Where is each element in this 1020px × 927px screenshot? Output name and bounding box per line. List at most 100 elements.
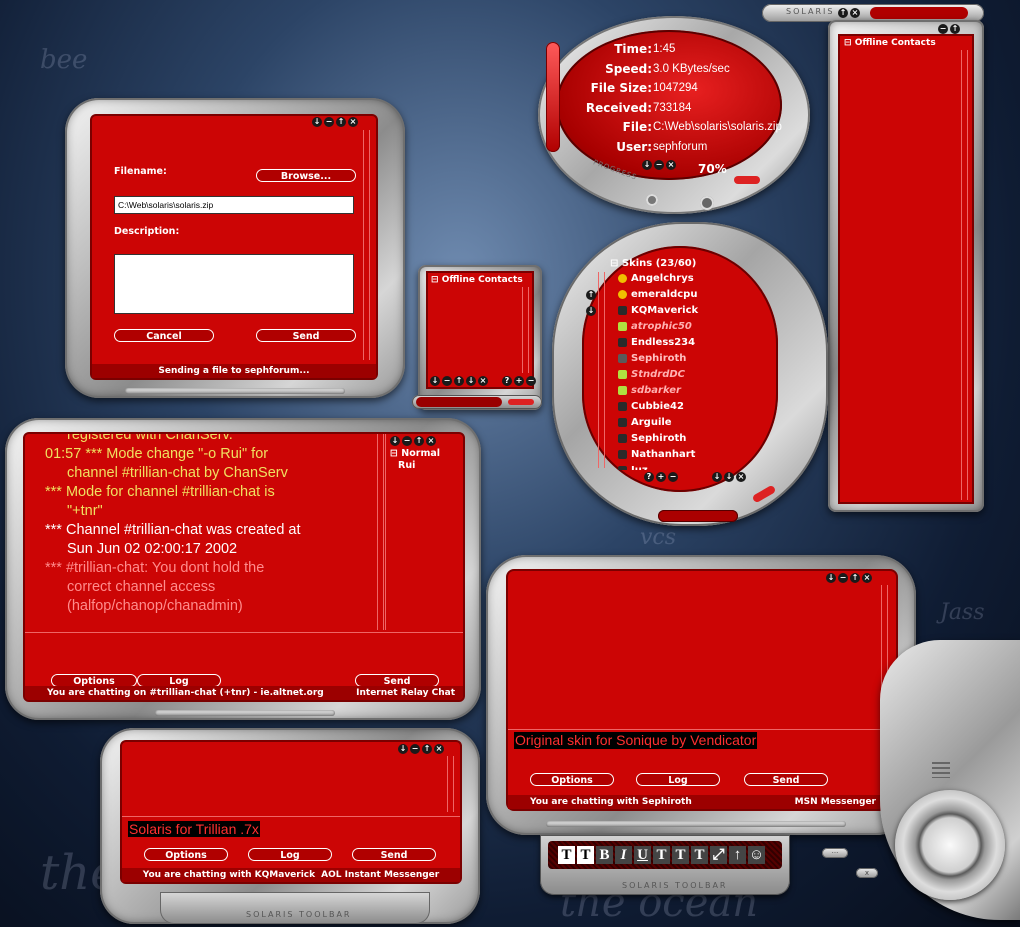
msn-options-button[interactable]: Options (530, 773, 614, 786)
remove-icon[interactable]: − (668, 472, 678, 482)
minimize-icon[interactable]: − (938, 24, 948, 34)
down-icon[interactable]: ↓ (430, 376, 440, 386)
restore-icon[interactable]: ↑ (414, 436, 424, 446)
send-file-resize-grip[interactable] (125, 388, 345, 394)
dial-button-1[interactable]: ··· (822, 848, 848, 858)
close-icon[interactable]: × (426, 436, 436, 446)
help-icon[interactable]: ? (644, 472, 654, 482)
aim-input-box[interactable]: Solaris for Trillian .7x (122, 816, 460, 847)
irc-input-box[interactable] (25, 632, 463, 671)
contact-item[interactable]: Sephiroth (618, 350, 686, 366)
format-button[interactable]: ↑ (729, 846, 746, 864)
close-icon[interactable]: × (850, 8, 860, 18)
download-icon[interactable]: ↓ (398, 744, 408, 754)
contact-item[interactable]: emeraldcpu (618, 286, 697, 302)
minimize-icon[interactable]: − (838, 573, 848, 583)
contact-item[interactable]: StndrdDC (618, 366, 685, 382)
contact-item[interactable]: Cubbie42 (618, 398, 684, 414)
contact-item[interactable]: sdbarker (618, 382, 681, 398)
contact-item[interactable]: Sephiroth (618, 430, 686, 446)
close-icon[interactable]: × (736, 472, 746, 482)
format-button[interactable]: ⤢ (710, 846, 727, 864)
restore-icon[interactable]: ↑ (838, 8, 848, 18)
restore-icon[interactable]: ↑ (950, 24, 960, 34)
contact-item[interactable]: Endless234 (618, 334, 695, 350)
offline-small-toolbar-strip[interactable] (416, 397, 502, 407)
remove-icon[interactable]: − (526, 376, 536, 386)
help-icon[interactable]: ? (502, 376, 512, 386)
contact-items: Angelchrys emeraldcpu KQMaverick atrophic50… (618, 270, 758, 470)
volume-dial[interactable] (895, 790, 1005, 900)
restore-icon[interactable]: ↑ (422, 744, 432, 754)
close-icon[interactable]: × (348, 117, 358, 127)
format-button[interactable]: I (615, 846, 632, 864)
format-button[interactable]: B (596, 846, 613, 864)
msn-input-box[interactable]: Original skin for Sonique by Vendicator (508, 729, 896, 774)
format-button[interactable]: T (577, 846, 594, 864)
description-textarea[interactable] (114, 254, 354, 314)
format-button[interactable]: T (558, 846, 575, 864)
irc-scrollbar[interactable] (377, 434, 384, 630)
format-button[interactable]: T (653, 846, 670, 864)
contact-item[interactable]: Nathanhart (618, 446, 695, 462)
browse-button[interactable]: Browse... (256, 169, 356, 182)
cancel-button[interactable]: Cancel (114, 329, 214, 342)
download-icon[interactable]: ↓ (390, 436, 400, 446)
msn-log-button[interactable]: Log (636, 773, 720, 786)
close-icon[interactable]: × (862, 573, 872, 583)
filename-label: Filename: (114, 166, 167, 177)
contact-list-toolbar[interactable] (658, 510, 738, 522)
format-button[interactable]: T (672, 846, 689, 864)
offline-contacts-right-header[interactable]: ⊟ Offline Contacts (844, 38, 936, 48)
msn-resize-grip[interactable] (546, 821, 846, 827)
download-icon[interactable]: ↓ (642, 160, 652, 170)
msn-send-button[interactable]: Send (744, 773, 828, 786)
dial-button-2[interactable]: x (856, 868, 878, 878)
aim-log-button[interactable]: Log (248, 848, 332, 861)
aim-options-button[interactable]: Options (144, 848, 228, 861)
user-rui[interactable]: Rui (398, 460, 415, 471)
irc-resize-grip[interactable] (155, 710, 335, 716)
contact-item[interactable]: Angelchrys (618, 270, 694, 286)
minimize-icon[interactable]: − (324, 117, 334, 127)
download-icon[interactable]: ↓ (312, 117, 322, 127)
offline-contacts-right-scrollbar[interactable] (961, 50, 968, 500)
minimize-icon[interactable]: − (442, 376, 452, 386)
minimize-icon[interactable]: − (410, 744, 420, 754)
scroll-up-icon[interactable]: ↑ (586, 290, 596, 300)
close-icon[interactable]: × (434, 744, 444, 754)
add-icon[interactable]: + (514, 376, 524, 386)
down-icon[interactable]: ↓ (712, 472, 722, 482)
offline-contacts-small-header[interactable]: ⊟ Offline Contacts (431, 275, 523, 285)
format-button[interactable]: U (634, 846, 651, 864)
offline-contacts-small-scrollbar[interactable] (522, 287, 529, 373)
contact-item[interactable]: KQMaverick (618, 302, 698, 318)
download-icon[interactable]: ↓ (826, 573, 836, 583)
add-icon[interactable]: + (656, 472, 666, 482)
close-icon[interactable]: × (478, 376, 488, 386)
download-icon[interactable]: ↓ (724, 472, 734, 482)
minimize-icon[interactable]: − (654, 160, 664, 170)
contacts-scrollbar[interactable] (598, 272, 605, 468)
filename-input[interactable]: C:\Web\solaris\solaris.zip (114, 196, 354, 214)
download-icon[interactable]: ↓ (466, 376, 476, 386)
restore-icon[interactable]: ↑ (454, 376, 464, 386)
scroll-down-icon[interactable]: ↓ (586, 306, 596, 316)
contact-item[interactable]: atrophic50 (618, 318, 692, 334)
power-knob[interactable] (700, 196, 714, 210)
send-button[interactable]: Send (256, 329, 356, 342)
contact-item[interactable]: Arguile (618, 414, 672, 430)
user-group-normal[interactable]: ⊟ Normal (390, 448, 440, 459)
aim-send-button[interactable]: Send (352, 848, 436, 861)
format-button[interactable]: ☺ (748, 846, 765, 864)
settings-knob[interactable] (646, 194, 658, 206)
minimize-icon[interactable]: − (402, 436, 412, 446)
irc-message-text: Mode for channel #trillian-chat is (65, 484, 275, 500)
close-icon[interactable]: × (666, 160, 676, 170)
restore-icon[interactable]: ↑ (336, 117, 346, 127)
contact-item[interactable]: Juz (618, 462, 648, 470)
aim-scrollbar[interactable] (447, 756, 454, 812)
restore-icon[interactable]: ↑ (850, 573, 860, 583)
format-button[interactable]: T (691, 846, 708, 864)
contacts-group-header[interactable]: ⊟ Skins (23/60) (610, 258, 696, 269)
